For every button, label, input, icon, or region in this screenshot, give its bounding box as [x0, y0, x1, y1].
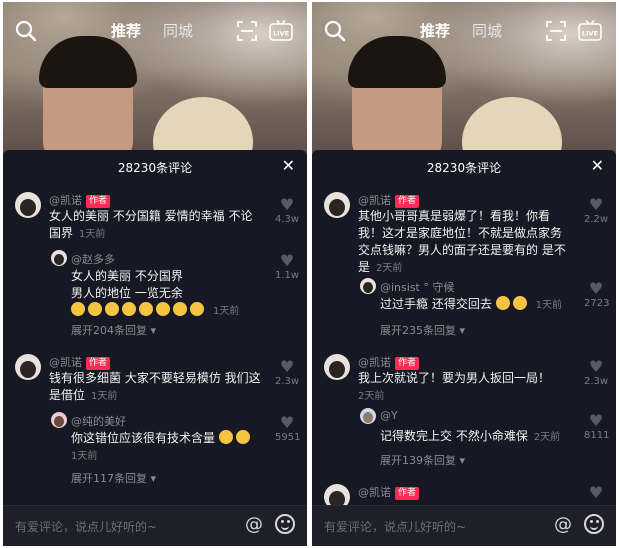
- like-button[interactable]: ♥ 1.1w: [275, 251, 299, 282]
- comment-count-title: 28230条评论: [426, 161, 502, 175]
- tab-city[interactable]: 同城: [472, 20, 502, 41]
- comment-username[interactable]: @凯诺 作者: [358, 192, 420, 208]
- left-screenshot: 推荐 同城 LIVE 28230条评论 ✕ @凯诺 作者 女人的美丽 不分国籍 爱…: [3, 2, 307, 546]
- emoji-icon: [218, 430, 233, 444]
- author-badge: 作者: [395, 195, 420, 208]
- comment-count-title: 28230条评论: [117, 161, 193, 175]
- heart-icon: ♥: [279, 413, 295, 432]
- scan-icon[interactable]: [546, 21, 566, 41]
- emoji-icon: [71, 302, 85, 316]
- avatar[interactable]: [324, 354, 350, 380]
- like-button[interactable]: ♥ 2.3w: [275, 357, 299, 388]
- scan-icon[interactable]: [237, 21, 257, 41]
- emoji-icon: [139, 302, 153, 316]
- close-icon[interactable]: ✕: [591, 156, 604, 175]
- right-screenshot: 推荐 同城 LIVE 28230条评论 ✕ @凯诺 作者 其他小哥哥真是弱爆了！看…: [312, 2, 616, 546]
- emoji-picker-icon[interactable]: [584, 514, 604, 534]
- emoji-icon: [122, 302, 136, 316]
- comment-panel: 28230条评论 ✕ @凯诺 作者 女人的美丽 不分国籍 爱情的幸福 不论国界 1天…: [3, 150, 307, 546]
- comment-input-bar: 有爱评论，说点儿好听的~ @: [312, 505, 616, 546]
- expand-replies-button[interactable]: 展开139条回复 ▾: [380, 452, 465, 468]
- comment-username[interactable]: @凯诺 作者: [358, 354, 420, 370]
- expand-replies-button[interactable]: 展开204条回复 ▾: [71, 322, 156, 338]
- tab-recommend[interactable]: 推荐: [420, 20, 450, 41]
- heart-icon: ♥: [588, 411, 604, 430]
- heart-icon: ♥: [588, 279, 604, 298]
- emoji-icon: [512, 296, 527, 310]
- avatar[interactable]: [324, 192, 350, 218]
- comment-username[interactable]: @凯诺 作者: [49, 192, 111, 208]
- avatar[interactable]: [15, 192, 41, 218]
- reply-text: 过过手瘾 还得交回去 1天前: [380, 296, 563, 311]
- heart-icon: ♥: [588, 357, 604, 376]
- author-badge: 作者: [86, 357, 111, 370]
- author-badge: 作者: [86, 195, 111, 208]
- heart-icon: ♥: [279, 357, 295, 376]
- like-button[interactable]: ♥: [584, 484, 608, 502]
- like-button[interactable]: ♥ 8111: [584, 411, 609, 442]
- author-badge: 作者: [395, 357, 420, 370]
- comment-text: 我上次就说了！要为男人扳回一局！ 2天前: [358, 371, 551, 402]
- comment-panel: 28230条评论 ✕ @凯诺 作者 其他小哥哥真是弱爆了！看我！你看我！这才是家庭…: [312, 150, 616, 546]
- avatar[interactable]: [360, 408, 376, 424]
- comment-text: 女人的美丽 不分国籍 爱情的幸福 不论国界 1天前: [49, 209, 253, 240]
- emoji-icon: [173, 302, 187, 316]
- like-button[interactable]: ♥ 2.3w: [584, 357, 608, 388]
- live-tv-icon[interactable]: LIVE: [269, 20, 293, 42]
- top-navigation: 推荐 同城 LIVE: [312, 2, 616, 54]
- like-button[interactable]: ♥ 4.3w: [275, 195, 299, 226]
- comment-username[interactable]: @凯诺 作者: [358, 484, 420, 500]
- comment-input-bar: 有爱评论，说点儿好听的~ @: [3, 505, 307, 546]
- tab-city[interactable]: 同城: [163, 20, 193, 41]
- heart-icon: ♥: [279, 251, 295, 270]
- heart-icon: ♥: [588, 195, 604, 214]
- avatar[interactable]: [360, 278, 376, 294]
- tab-recommend[interactable]: 推荐: [111, 20, 141, 41]
- comment-username[interactable]: @凯诺 作者: [49, 354, 111, 370]
- emoji-icon: [190, 302, 204, 316]
- emoji-icon: [156, 302, 170, 316]
- svg-text:LIVE: LIVE: [273, 30, 289, 38]
- search-icon[interactable]: [324, 20, 346, 42]
- emoji-icon: [105, 302, 119, 316]
- reply-text: 记得数完上交 不然小命难保 2天前: [380, 429, 561, 443]
- comment-input[interactable]: 有爱评论，说点儿好听的~: [15, 518, 157, 535]
- heart-icon: ♥: [279, 195, 295, 214]
- emoji-icon: [88, 302, 102, 316]
- reply-username[interactable]: @insist ° 守候: [380, 279, 454, 295]
- emoji-icon: [235, 430, 250, 444]
- close-icon[interactable]: ✕: [282, 156, 295, 175]
- reply-text: 女人的美丽 不分国界 男人的地位 一览无余 1天前: [71, 269, 240, 317]
- author-badge: 作者: [395, 487, 420, 500]
- like-button[interactable]: ♥ 2723: [584, 279, 609, 310]
- like-button[interactable]: ♥ 5951: [275, 413, 300, 444]
- reply-username[interactable]: @Y: [380, 409, 398, 422]
- heart-icon: ♥: [588, 483, 604, 502]
- avatar[interactable]: [51, 250, 67, 266]
- svg-text:LIVE: LIVE: [582, 30, 598, 38]
- reply-username[interactable]: @纯的美好: [71, 413, 126, 429]
- reply-username[interactable]: @赵多多: [71, 251, 115, 267]
- emoji-icon: [495, 296, 510, 310]
- emoji-picker-icon[interactable]: [275, 514, 295, 534]
- mention-icon[interactable]: @: [554, 514, 572, 535]
- live-tv-icon[interactable]: LIVE: [578, 20, 602, 42]
- expand-replies-button[interactable]: 展开117条回复 ▾: [71, 470, 156, 486]
- mention-icon[interactable]: @: [245, 514, 263, 535]
- comment-text: 钱有很多细菌 大家不要轻易模仿 我们这是借位 1天前: [49, 371, 261, 402]
- comment-text: 其他小哥哥真是弱爆了！看我！你看我！这才是家庭地位！不就是做点家务交点钱嘛？男人…: [358, 209, 566, 274]
- like-button[interactable]: ♥ 2.2w: [584, 195, 608, 226]
- top-navigation: 推荐 同城 LIVE: [3, 2, 307, 54]
- avatar[interactable]: [51, 412, 67, 428]
- expand-replies-button[interactable]: 展开235条回复 ▾: [380, 322, 465, 338]
- search-icon[interactable]: [15, 20, 37, 42]
- avatar[interactable]: [15, 354, 41, 380]
- reply-text: 你这错位应该很有技术含量 1天前: [71, 430, 261, 465]
- comment-input[interactable]: 有爱评论，说点儿好听的~: [324, 518, 466, 535]
